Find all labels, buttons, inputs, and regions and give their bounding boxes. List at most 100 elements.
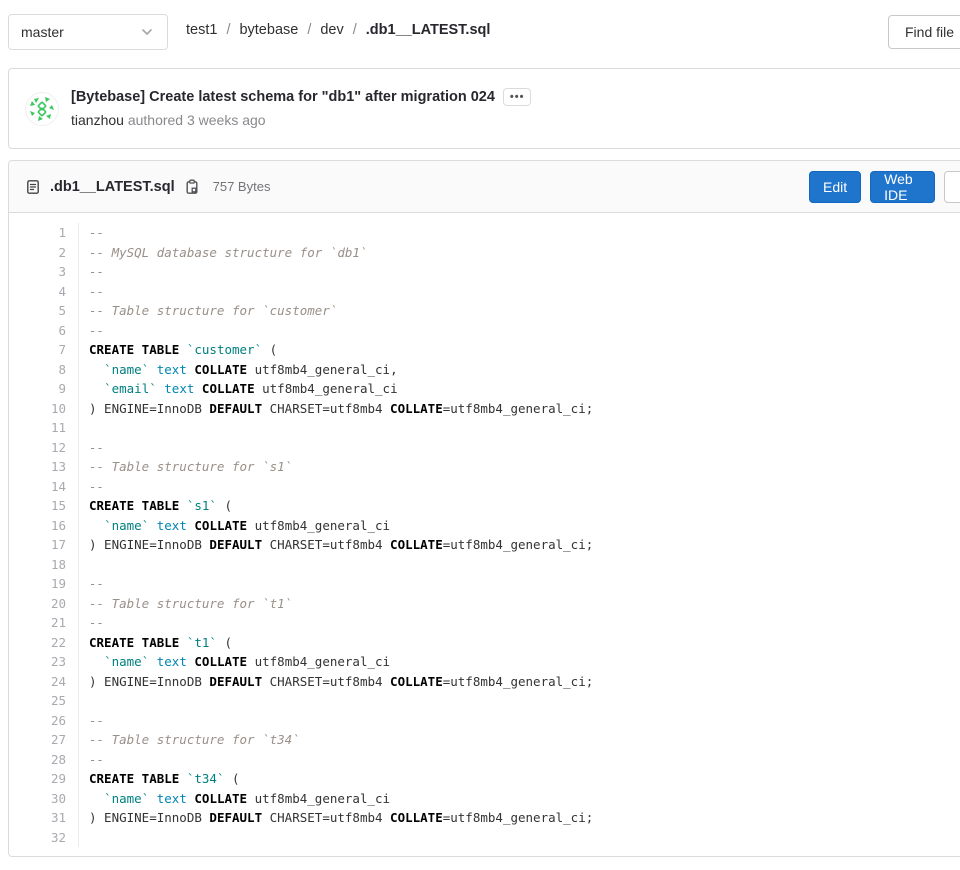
top-bar: master test1 / bytebase / dev / .db1__LA… <box>0 0 960 60</box>
line-number[interactable]: 18 <box>9 555 79 575</box>
breadcrumb-separator: / <box>307 22 311 38</box>
code-line: 27-- Table structure for `t34` <box>9 730 960 750</box>
line-number[interactable]: 20 <box>9 594 79 614</box>
line-number[interactable]: 31 <box>9 808 79 828</box>
code-line-content: -- <box>79 262 960 282</box>
code-line-content: -- Table structure for `s1` <box>79 457 960 477</box>
code-line-content: `name` text COLLATE utf8mb4_general_ci, <box>79 360 960 380</box>
commit-expand-button[interactable]: ••• <box>503 88 532 106</box>
line-number[interactable]: 3 <box>9 262 79 282</box>
code-line-content <box>79 418 960 438</box>
breadcrumb-item[interactable]: test1 <box>186 22 217 38</box>
breadcrumb-item[interactable]: dev <box>320 22 343 38</box>
line-number[interactable]: 26 <box>9 711 79 731</box>
commit-authored-time: authored 3 weeks ago <box>128 112 266 128</box>
code-line-content: -- <box>79 477 960 497</box>
line-number[interactable]: 14 <box>9 477 79 497</box>
code-line: 15CREATE TABLE `s1` ( <box>9 496 960 516</box>
code-line-content: -- <box>79 321 960 341</box>
code-line-content: CREATE TABLE `t34` ( <box>79 769 960 789</box>
code-line: 7CREATE TABLE `customer` ( <box>9 340 960 360</box>
breadcrumb-separator: / <box>226 22 230 38</box>
line-number[interactable]: 15 <box>9 496 79 516</box>
code-line-content: -- <box>79 750 960 770</box>
line-number[interactable]: 25 <box>9 691 79 711</box>
line-number[interactable]: 16 <box>9 516 79 536</box>
code-line-content: `email` text COLLATE utf8mb4_general_ci <box>79 379 960 399</box>
line-number[interactable]: 4 <box>9 282 79 302</box>
code-line-content: ) ENGINE=InnoDB DEFAULT CHARSET=utf8mb4 … <box>79 535 960 555</box>
line-number[interactable]: 19 <box>9 574 79 594</box>
edit-button[interactable]: Edit <box>809 171 861 203</box>
download-button[interactable] <box>944 171 960 203</box>
line-number[interactable]: 6 <box>9 321 79 341</box>
code-line-content: -- <box>79 282 960 302</box>
chevron-down-icon <box>139 24 155 40</box>
branch-name: master <box>21 24 64 40</box>
avatar-identicon-icon <box>26 93 58 125</box>
line-number[interactable]: 5 <box>9 301 79 321</box>
line-number[interactable]: 22 <box>9 633 79 653</box>
line-number[interactable]: 8 <box>9 360 79 380</box>
code-line: 9 `email` text COLLATE utf8mb4_general_c… <box>9 379 960 399</box>
web-ide-button[interactable]: Web IDE <box>870 171 935 203</box>
copy-path-icon[interactable] <box>184 179 200 195</box>
line-number[interactable]: 1 <box>9 223 79 243</box>
code-line: 20-- Table structure for `t1` <box>9 594 960 614</box>
line-number[interactable]: 12 <box>9 438 79 458</box>
code-line: 4-- <box>9 282 960 302</box>
line-number[interactable]: 13 <box>9 457 79 477</box>
commit-author[interactable]: tianzhou <box>71 112 124 128</box>
line-number[interactable]: 32 <box>9 828 79 848</box>
code-line: 30 `name` text COLLATE utf8mb4_general_c… <box>9 789 960 809</box>
breadcrumb-item[interactable]: bytebase <box>239 22 298 38</box>
code-line: 29CREATE TABLE `t34` ( <box>9 769 960 789</box>
code-line-content: -- <box>79 223 960 243</box>
edit-button-label: Edit <box>823 179 847 195</box>
code-line-content: ) ENGINE=InnoDB DEFAULT CHARSET=utf8mb4 … <box>79 808 960 828</box>
code-line: 5-- Table structure for `customer` <box>9 301 960 321</box>
line-number[interactable]: 9 <box>9 379 79 399</box>
line-number[interactable]: 28 <box>9 750 79 770</box>
code-line: 6-- <box>9 321 960 341</box>
find-file-label: Find file <box>905 24 954 40</box>
line-number[interactable]: 29 <box>9 769 79 789</box>
file-viewer: .db1__LATEST.sql 757 Bytes Edit Web IDE … <box>8 160 960 857</box>
find-file-button[interactable]: Find file <box>888 15 960 49</box>
code-line: 10) ENGINE=InnoDB DEFAULT CHARSET=utf8mb… <box>9 399 960 419</box>
code-line: 12-- <box>9 438 960 458</box>
code-line: 14-- <box>9 477 960 497</box>
code-line-content: -- <box>79 438 960 458</box>
line-number[interactable]: 2 <box>9 243 79 263</box>
code-line-content: CREATE TABLE `s1` ( <box>79 496 960 516</box>
web-ide-button-label: Web IDE <box>884 171 921 203</box>
code-line-content: -- Table structure for `t1` <box>79 594 960 614</box>
file-name: .db1__LATEST.sql <box>50 179 175 195</box>
code-line: 28-- <box>9 750 960 770</box>
line-number[interactable]: 23 <box>9 652 79 672</box>
code-line-content: CREATE TABLE `t1` ( <box>79 633 960 653</box>
line-number[interactable]: 30 <box>9 789 79 809</box>
code-line: 24) ENGINE=InnoDB DEFAULT CHARSET=utf8mb… <box>9 672 960 692</box>
line-number[interactable]: 10 <box>9 399 79 419</box>
line-number[interactable]: 17 <box>9 535 79 555</box>
line-number[interactable]: 11 <box>9 418 79 438</box>
file-document-icon <box>25 179 41 195</box>
code-line: 22CREATE TABLE `t1` ( <box>9 633 960 653</box>
code-line: 25 <box>9 691 960 711</box>
line-number[interactable]: 7 <box>9 340 79 360</box>
line-number[interactable]: 24 <box>9 672 79 692</box>
line-number[interactable]: 27 <box>9 730 79 750</box>
code-line: 26-- <box>9 711 960 731</box>
breadcrumb: test1 / bytebase / dev / .db1__LATEST.sq… <box>186 0 490 60</box>
avatar[interactable] <box>25 92 59 126</box>
code-line-content: -- <box>79 711 960 731</box>
code-line: 18 <box>9 555 960 575</box>
code-line: 32 <box>9 828 960 848</box>
code-line: 13-- Table structure for `s1` <box>9 457 960 477</box>
code-line: 21-- <box>9 613 960 633</box>
branch-selector[interactable]: master <box>8 14 168 50</box>
commit-title[interactable]: [Bytebase] Create latest schema for "db1… <box>71 87 495 108</box>
line-number[interactable]: 21 <box>9 613 79 633</box>
code-line-content <box>79 828 960 848</box>
